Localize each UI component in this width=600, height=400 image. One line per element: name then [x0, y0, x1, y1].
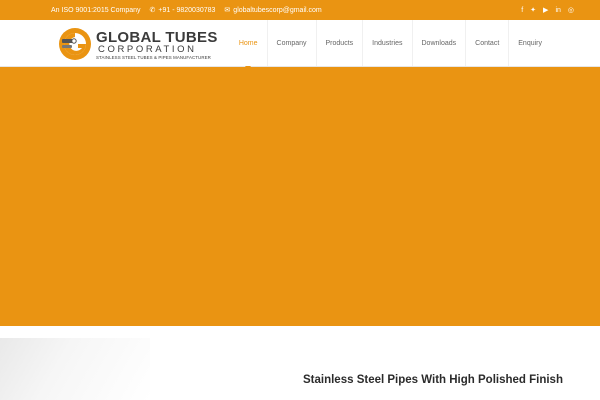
nav-item-products[interactable]: Products	[315, 20, 363, 66]
section-title: Stainless Steel Pipes With High Polished…	[303, 374, 563, 386]
nav-item-enquiry[interactable]: Enquiry	[508, 20, 551, 66]
logo-subtitle: CORPORATION	[98, 44, 197, 55]
email-text: globaltubescorp@gmail.com	[233, 6, 322, 14]
twitter-icon[interactable]: ✦	[530, 7, 536, 14]
site-header: GLOBAL TUBES CORPORATION STAINLESS STEEL…	[0, 20, 600, 70]
nav-item-industries[interactable]: Industries	[362, 20, 411, 66]
iso-text: An ISO 9001:2015 Company	[51, 6, 141, 14]
linkedin-icon[interactable]: in	[555, 7, 560, 14]
top-bar: An ISO 9001:2015 Company ✆ +91 - 9820030…	[0, 0, 600, 20]
site-logo[interactable]: GLOBAL TUBES CORPORATION STAINLESS STEEL…	[58, 27, 218, 61]
phone-text: +91 - 9820030783	[158, 6, 216, 14]
content-section: Stainless Steel Pipes With High Polished…	[0, 326, 600, 400]
phone-icon: ✆	[149, 7, 156, 14]
phone-link[interactable]: ✆ +91 - 9820030783	[149, 6, 216, 15]
main-nav: Home Company Products Industries Downloa…	[230, 20, 551, 70]
nav-item-downloads[interactable]: Downloads	[411, 20, 466, 66]
facebook-icon[interactable]: f	[521, 7, 523, 14]
envelope-icon: ✉	[224, 7, 231, 14]
logo-title: GLOBAL TUBES	[96, 29, 218, 46]
product-image	[0, 338, 150, 400]
top-bar-info: An ISO 9001:2015 Company ✆ +91 - 9820030…	[51, 0, 322, 20]
hero-banner	[0, 67, 600, 326]
email-link[interactable]: ✉ globaltubescorp@gmail.com	[224, 6, 322, 15]
nav-item-contact[interactable]: Contact	[465, 20, 508, 66]
logo-tagline: STAINLESS STEEL TUBES & PIPES MANUFACTUR…	[96, 55, 211, 60]
social-links: f ✦ ▶ in ◎	[521, 0, 574, 20]
nav-item-home[interactable]: Home	[230, 20, 267, 70]
logo-mark-icon	[59, 28, 91, 60]
nav-item-company[interactable]: Company	[266, 20, 316, 66]
youtube-icon[interactable]: ▶	[543, 7, 548, 14]
instagram-icon[interactable]: ◎	[568, 7, 574, 14]
